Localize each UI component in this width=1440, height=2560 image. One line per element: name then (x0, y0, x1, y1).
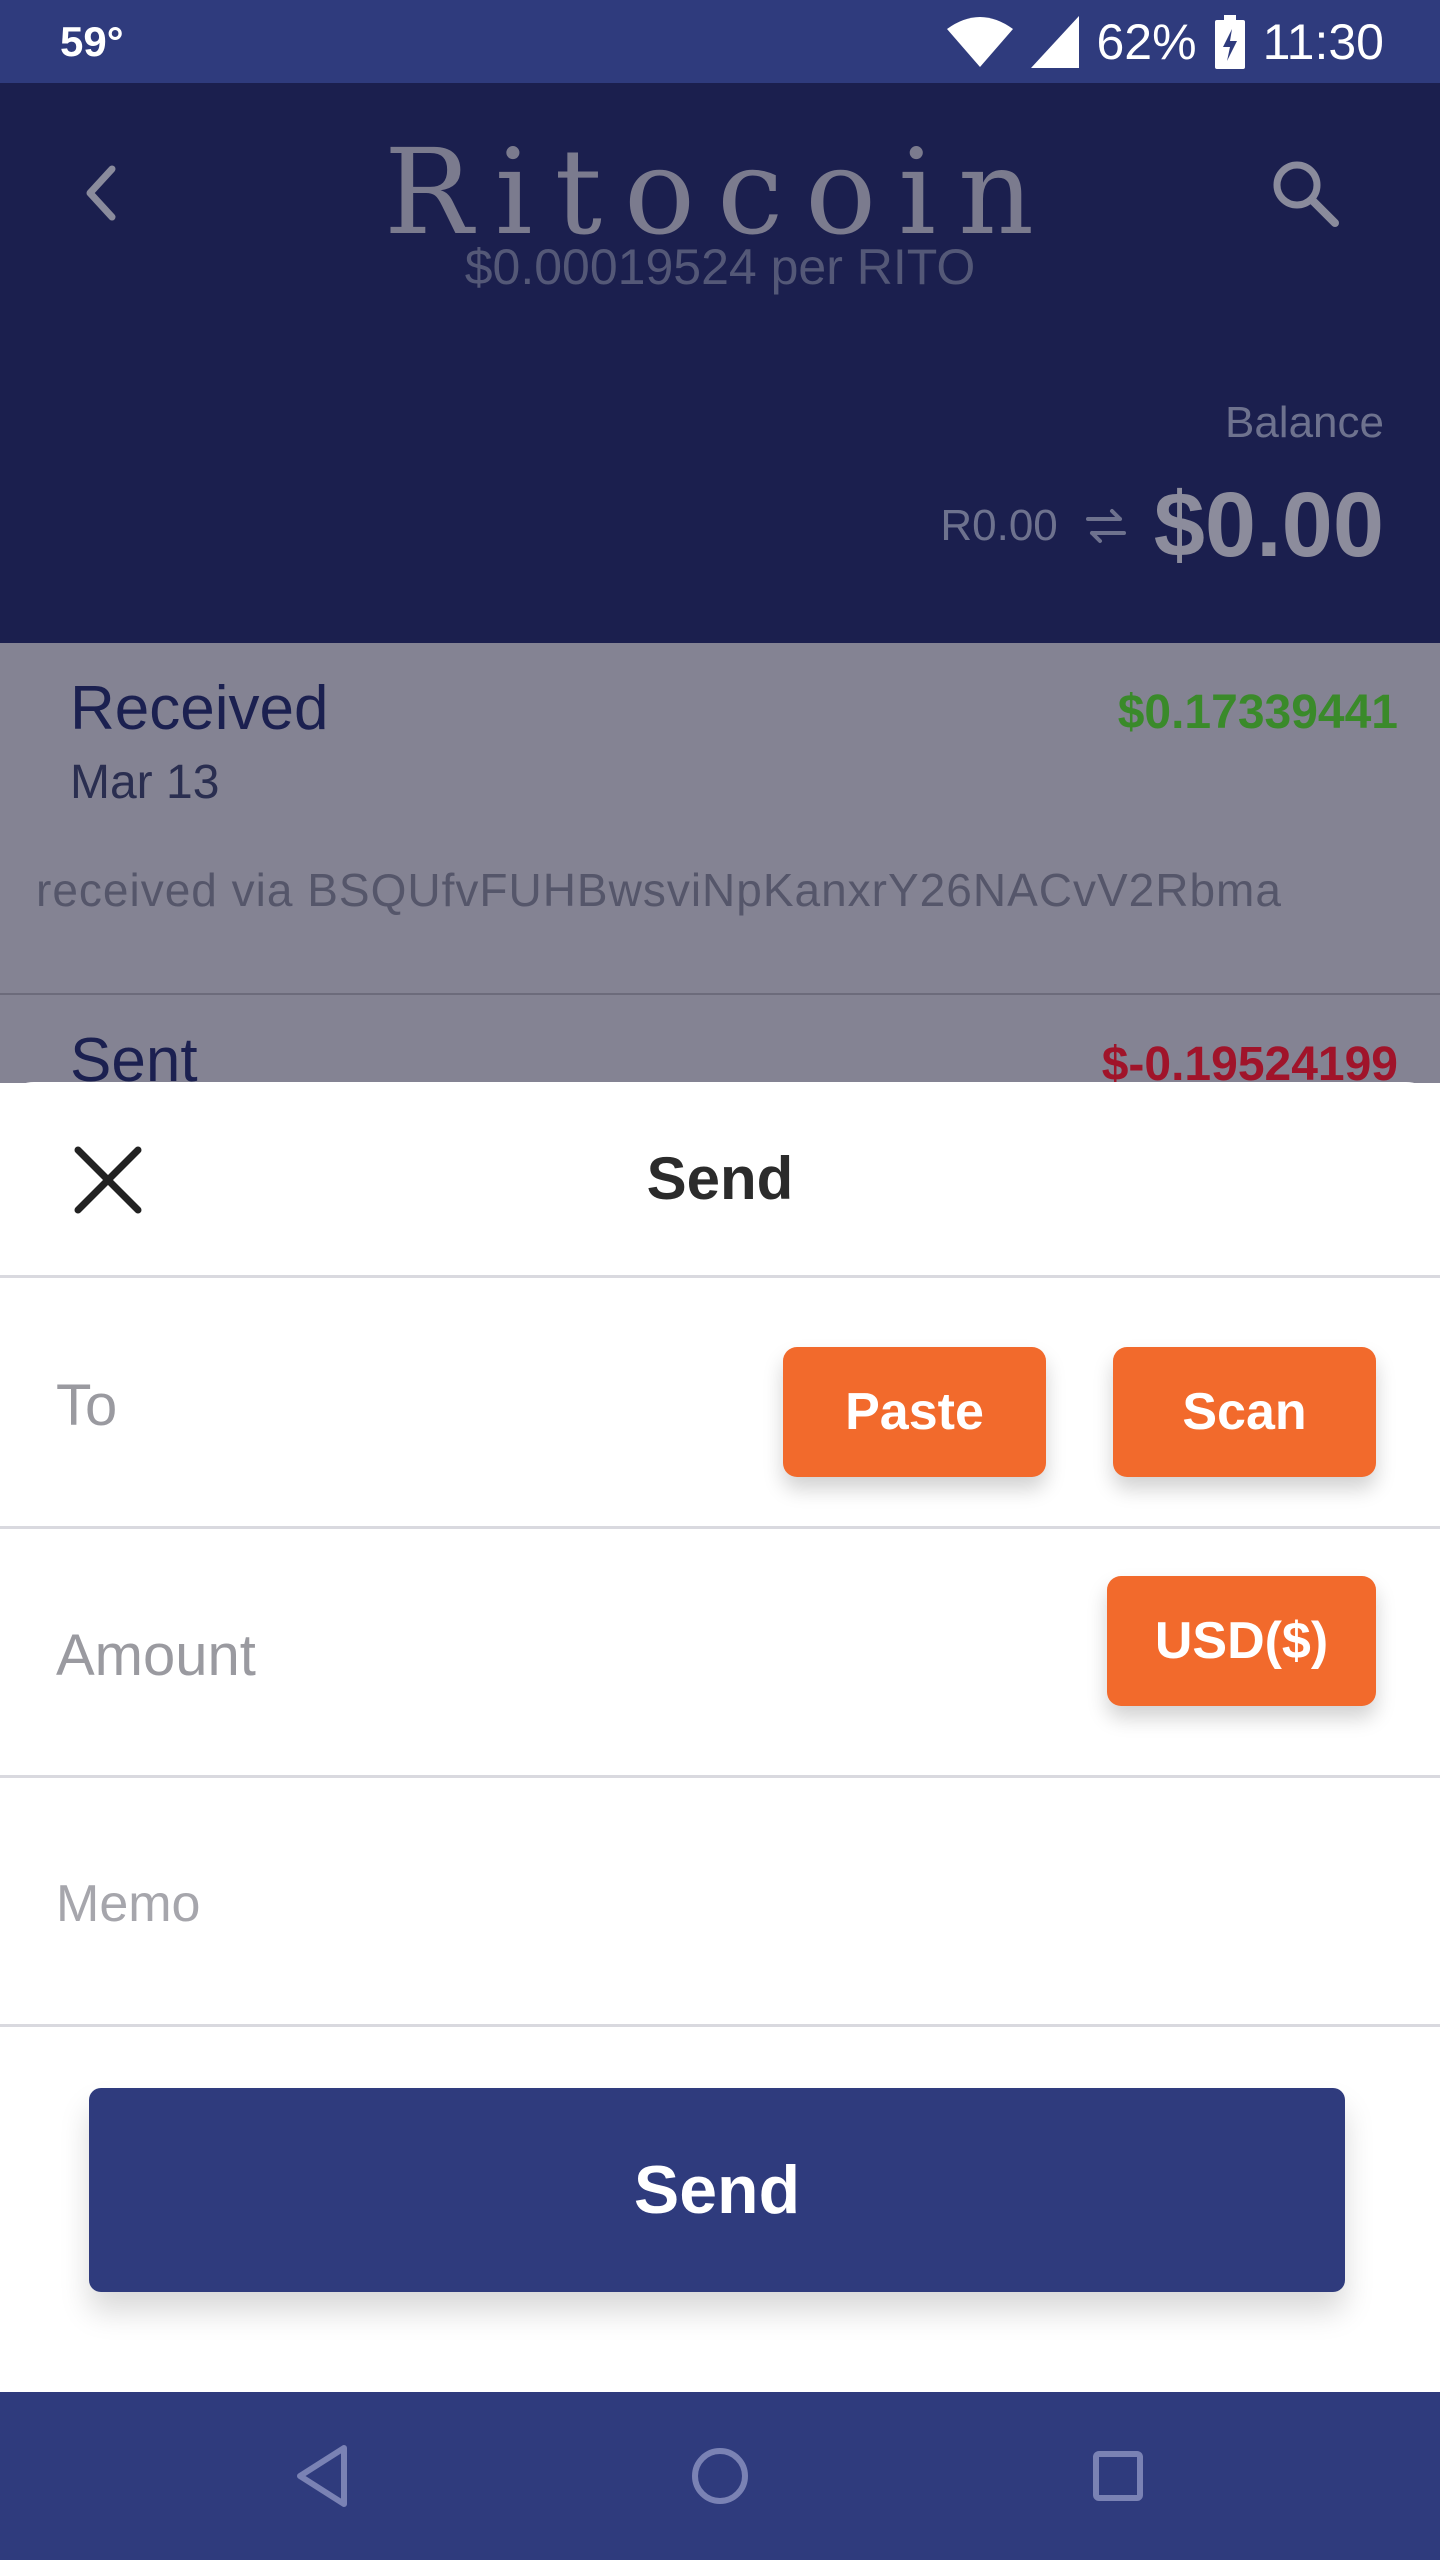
send-button[interactable]: Send (89, 2088, 1345, 2292)
balance-crypto: R0.00 (940, 500, 1058, 550)
transaction-list: Received Mar 13 $0.17339441 received via… (0, 643, 1440, 1095)
divider (0, 2024, 1440, 2027)
scan-button[interactable]: Scan (1113, 1347, 1376, 1477)
battery-percent: 62% (1096, 14, 1197, 70)
balance-label: Balance (1224, 398, 1384, 447)
battery-charging-icon (1214, 15, 1245, 69)
nav-back-icon[interactable] (282, 2436, 362, 2516)
cell-signal-icon (1030, 16, 1079, 68)
currency-toggle-button[interactable]: USD($) (1107, 1576, 1376, 1706)
wifi-icon (946, 17, 1013, 67)
balance-row: R0.00 $0.00 (940, 473, 1384, 578)
transaction-memo: received via BSQUfvFUHBwsviNpKanxrY26NAC… (36, 864, 1282, 916)
amount-field[interactable]: Amount (56, 1622, 256, 1689)
coin-header: Ritocoin $0.00019524 per RITO Balance R0… (0, 83, 1440, 643)
swap-icon[interactable] (1084, 506, 1128, 546)
send-sheet: Send To Paste Scan Amount USD($) Memo Se… (0, 1082, 1440, 2392)
divider (0, 1526, 1440, 1529)
transaction-date: Mar 13 (70, 756, 220, 809)
to-field[interactable]: To (56, 1372, 117, 1439)
nav-recents-icon[interactable] (1078, 2436, 1158, 2516)
status-temperature: 59° (60, 18, 124, 65)
paste-button[interactable]: Paste (783, 1347, 1046, 1477)
nav-home-icon[interactable] (680, 2436, 760, 2516)
transaction-row[interactable]: Received Mar 13 $0.17339441 received via… (0, 643, 1440, 993)
transaction-row[interactable]: Sent $-0.19524199 (0, 995, 1440, 1095)
system-nav-bar (0, 2392, 1440, 2560)
sheet-title: Send (646, 1145, 794, 1212)
price-per-coin: $0.00019524 per RITO (464, 239, 976, 295)
search-icon[interactable] (1265, 153, 1345, 233)
status-time: 11:30 (1262, 14, 1384, 70)
transaction-title: Received (70, 674, 329, 743)
memo-field[interactable]: Memo (56, 1874, 200, 1934)
transaction-amount: $0.17339441 (1117, 686, 1398, 739)
status-bar: 59° 62% 11:30 (0, 0, 1440, 83)
divider (0, 1275, 1440, 1278)
status-indicators: 62% 11:30 (946, 12, 1384, 72)
divider (0, 1775, 1440, 1778)
balance-usd: $0.00 (1153, 474, 1384, 576)
